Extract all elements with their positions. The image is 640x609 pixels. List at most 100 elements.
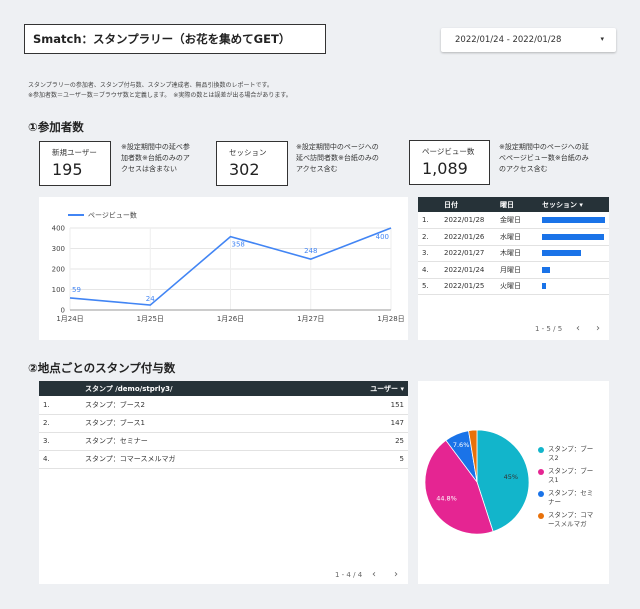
- pie-slice-label: 44.8%: [436, 494, 457, 502]
- row-path: スタンプ：セミナー: [81, 432, 348, 451]
- y-tick-label: 400: [52, 225, 65, 233]
- session-bar: [542, 250, 582, 257]
- x-tick-label: 1月28日: [377, 315, 404, 323]
- row-weekday: 火曜日: [496, 278, 538, 295]
- data-label: 358: [232, 241, 245, 249]
- legend-label: スタンプ：コマ ースメルマガ: [548, 511, 594, 528]
- y-tick-label: 200: [52, 266, 65, 274]
- table-row: 1. 2022/01/28 金曜日: [418, 212, 609, 229]
- row-users: 25: [348, 432, 408, 451]
- description-line-1: スタンプラリーの参加者、スタンプ付与数、スタンプ達成者、無品引換数のレポートです…: [28, 82, 273, 89]
- kpi-label: ページビュー数: [422, 147, 475, 156]
- section-title-participants: ①参加者数: [28, 120, 84, 134]
- session-bar: [542, 217, 605, 223]
- table-row: 1. スタンプ：ブース2 151: [39, 396, 408, 415]
- row-weekday: 木曜日: [496, 245, 538, 262]
- kpi-note-line: ※設定期間中のページへの: [296, 143, 379, 151]
- stamp-table-panel: スタンプ /demo/stprly3/ ユーザー ▾ 1. スタンプ：ブース2 …: [39, 381, 408, 584]
- kpi-note-line: のアクセス含む: [499, 165, 548, 173]
- kpi-value: 302: [229, 160, 260, 179]
- table-row: 2. 2022/01/26 水曜日: [418, 228, 609, 246]
- table-row: 2. スタンプ：ブース1 147: [39, 414, 408, 433]
- pie-slice-label: 7.6%: [453, 441, 470, 449]
- prev-page-icon[interactable]: ‹: [576, 323, 580, 334]
- row-date: 2022/01/24: [440, 261, 496, 279]
- data-label: 59: [72, 286, 81, 294]
- row-num: 2.: [39, 414, 81, 433]
- row-date: 2022/01/28: [440, 212, 496, 229]
- legend-dot: [538, 447, 544, 453]
- kpi-value: 1,089: [422, 159, 468, 178]
- legend-label: ページビュー数: [88, 211, 137, 220]
- kpi-label: 新規ユーザー: [52, 148, 97, 157]
- x-tick-label: 1月26日: [217, 315, 244, 323]
- legend-label: スタンプ：ブー ス1: [548, 467, 594, 484]
- row-num: 3.: [418, 245, 440, 262]
- row-users: 147: [348, 414, 408, 433]
- col-weekday[interactable]: 曜日: [496, 197, 538, 212]
- description-line-2: ※参加者数＝ユーザー数＝ブラウザ数と定義します。 ※実際の数とは誤差が出る場合が…: [28, 92, 292, 99]
- legend-item[interactable]: スタンプ：ブー ス2: [538, 445, 606, 463]
- row-session-bar-cell: [538, 245, 609, 262]
- x-tick-label: 1月25日: [137, 315, 164, 323]
- table-row: 4. スタンプ：コマースメルマガ 5: [39, 450, 408, 469]
- kpi-note-line: 加者数※台紙のみのア: [121, 154, 190, 162]
- kpi-note-sessions: ※設定期間中のページへの 延べ訪問者数※台紙のみの アクセス含む: [296, 142, 379, 175]
- col-date[interactable]: 日付: [440, 197, 496, 212]
- data-label: 248: [304, 247, 317, 255]
- date-range-picker[interactable]: 2022/01/24 - 2022/01/28 ▾: [441, 28, 616, 52]
- table-row: 3. 2022/01/27 木曜日: [418, 245, 609, 262]
- kpi-note-line: べページビュー数※台紙のみ: [499, 154, 589, 162]
- row-weekday: 月曜日: [496, 261, 538, 279]
- row-num: 2.: [418, 228, 440, 246]
- legend-item[interactable]: スタンプ：セミ ナー: [538, 489, 606, 507]
- row-session-bar-cell: [538, 228, 609, 246]
- kpi-note-pageviews: ※設定期間中のページへの延 べページビュー数※台紙のみ のアクセス含む: [499, 142, 589, 175]
- table-header-row: 日付 曜日 セッション ▾: [418, 197, 609, 212]
- col-num: [418, 197, 440, 212]
- row-session-bar-cell: [538, 278, 609, 295]
- date-range-text: 2022/01/24 - 2022/01/28: [455, 35, 562, 45]
- stamp-pie-chart: 45% 44.8% 7.6% スタンプ：ブー ス2 スタンプ：ブー ス1 スタンプ：セミ…: [418, 381, 609, 584]
- section-title-stamps: ②地点ごとのスタンプ付与数: [28, 361, 176, 375]
- row-num: 3.: [39, 432, 81, 451]
- chevron-down-icon: ▾: [600, 35, 604, 43]
- session-table: 日付 曜日 セッション ▾ 1. 2022/01/28 金曜日 2. 2022/…: [418, 197, 609, 295]
- legend-item[interactable]: スタンプ：コマ ースメルマガ: [538, 511, 606, 529]
- report-title: Smatch：スタンプラリー（お花を集めてGET）: [24, 24, 326, 54]
- col-sessions[interactable]: セッション ▾: [538, 197, 609, 212]
- session-table-pager: 1 - 5 / 5: [535, 325, 563, 333]
- kpi-note-line: クセスは含まない: [121, 165, 177, 173]
- next-page-icon[interactable]: ›: [394, 569, 398, 580]
- row-date: 2022/01/25: [440, 278, 496, 295]
- y-tick-label: 0: [61, 307, 65, 315]
- kpi-note-line: ※設定期間中の延べ参: [121, 143, 190, 151]
- row-num: 5.: [418, 278, 440, 295]
- col-num: [39, 381, 81, 396]
- col-path[interactable]: スタンプ /demo/stprly3/: [81, 381, 348, 396]
- legend-item[interactable]: スタンプ：ブー ス1: [538, 467, 606, 485]
- kpi-note-line: ※設定期間中のページへの延: [499, 143, 589, 151]
- legend-dot: [538, 513, 544, 519]
- row-date: 2022/01/27: [440, 245, 496, 262]
- table-row: 4. 2022/01/24 月曜日: [418, 261, 609, 279]
- row-num: 1.: [39, 396, 81, 415]
- session-bar: [542, 266, 551, 273]
- row-path: スタンプ：ブース2: [81, 396, 348, 415]
- line-chart-svg: 0 100 200 300 400 1月24日 1月25日 1月26日 1月27日 1月28日 ペー…: [52, 211, 405, 324]
- next-page-icon[interactable]: ›: [596, 323, 600, 334]
- table-header-row: スタンプ /demo/stprly3/ ユーザー ▾: [39, 381, 408, 396]
- legend-dot: [538, 491, 544, 497]
- prev-page-icon[interactable]: ‹: [372, 569, 376, 580]
- row-path: スタンプ：コマースメルマガ: [81, 450, 348, 469]
- kpi-label: セッション: [229, 148, 267, 157]
- x-tick-label: 1月27日: [297, 315, 324, 323]
- x-tick-label: 1月24日: [56, 315, 83, 323]
- col-users[interactable]: ユーザー ▾: [348, 381, 408, 396]
- row-num: 4.: [418, 261, 440, 279]
- pageview-line-chart: 0 100 200 300 400 1月24日 1月25日 1月26日 1月27日 1月28日 ペー…: [39, 197, 408, 340]
- session-bar: [542, 283, 546, 290]
- pie-legend: スタンプ：ブー ス2 スタンプ：ブー ス1 スタンプ：セミ ナー スタンプ：コマ ースメ…: [538, 445, 606, 533]
- legend-label: スタンプ：ブー ス2: [548, 445, 594, 462]
- kpi-note-line: 延べ訪問者数※台紙のみの: [296, 154, 379, 162]
